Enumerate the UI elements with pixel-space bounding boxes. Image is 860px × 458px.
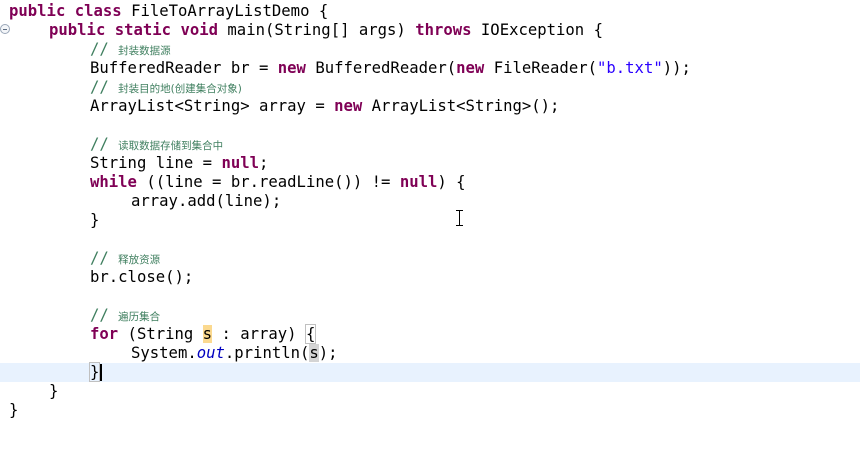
code-text: BufferedReader(	[305, 59, 457, 77]
code-line-end-class: }	[0, 401, 860, 420]
static-field: out	[196, 344, 225, 362]
comment-slash: //	[90, 306, 119, 324]
code-text: String line =	[90, 154, 222, 172]
code-comment: // 遍历集合	[0, 306, 860, 325]
ibeam-cursor-icon	[456, 210, 463, 226]
exception-type: IOException {	[471, 21, 603, 39]
comment-text: 释放资源	[118, 254, 161, 266]
matching-bracket-highlight: }	[88, 362, 101, 382]
comment-slash: //	[90, 40, 119, 58]
code-line-end-main: }	[0, 382, 860, 401]
main-signature: main(String[] args)	[218, 21, 416, 39]
keyword-new: new	[277, 59, 306, 77]
keyword-static: static	[114, 21, 172, 39]
code-text: System.	[131, 344, 197, 362]
code-line-println: System.out.println(s);	[0, 344, 860, 363]
keyword-null: null	[399, 173, 438, 191]
code-line-close: br.close();	[0, 268, 860, 287]
code-text: FileReader(	[484, 59, 597, 77]
keyword-new: new	[456, 59, 485, 77]
keyword-while: while	[90, 173, 137, 191]
code-comment: // 封装目的地(创建集合对象)	[0, 78, 860, 97]
text-caret	[100, 364, 102, 381]
keyword-throws: throws	[415, 21, 472, 39]
code-line-for: for (String s : array) {	[0, 324, 860, 344]
string-literal: "b.txt"	[597, 59, 663, 77]
matching-bracket-highlight: {	[304, 324, 317, 344]
code-text: ArrayList<String> array =	[90, 97, 335, 115]
code-line-add: array.add(line);	[0, 192, 860, 211]
code-line-list: ArrayList<String> array = new ArrayList<…	[0, 97, 860, 116]
code-text: ) {	[437, 173, 466, 191]
code-comment: // 读取数据存储到集合中	[0, 135, 860, 154]
code-line-class-decl: public class FileToArrayListDemo {	[0, 2, 860, 21]
keyword-public: public	[49, 21, 106, 39]
code-text: );	[318, 344, 338, 362]
code-text: array.add(line);	[131, 192, 282, 210]
code-line-reader: BufferedReader br = new BufferedReader(n…	[0, 59, 860, 78]
comment-slash: //	[90, 135, 119, 153]
code-text: : array)	[212, 325, 306, 343]
class-name: FileToArrayListDemo {	[121, 2, 329, 20]
variable-occurrence-highlight: s	[309, 344, 319, 362]
code-text: ;	[259, 154, 269, 172]
code-text: ((line = br.readLine()) !=	[136, 173, 400, 191]
current-line-highlight[interactable]: }	[0, 362, 860, 382]
code-comment: // 封装数据源	[0, 40, 860, 59]
comment-text: 封装数据源	[118, 45, 171, 57]
closing-brace: }	[9, 401, 19, 419]
closing-brace: }	[90, 211, 100, 229]
code-text: ArrayList<String>();	[362, 97, 560, 115]
code-text: .println(	[224, 344, 310, 362]
keyword-void: void	[180, 21, 219, 39]
comment-text: 读取数据存储到集合中	[118, 140, 224, 152]
keyword-for: for	[90, 325, 119, 343]
comment-text: 封装目的地(创建集合对象)	[118, 83, 242, 95]
code-text: br.close();	[90, 268, 194, 286]
code-text: (String	[118, 325, 203, 343]
code-comment: // 释放资源	[0, 249, 860, 268]
keyword-public: public	[9, 2, 66, 20]
comment-slash: //	[90, 249, 119, 267]
code-text: BufferedReader br =	[90, 59, 278, 77]
closing-brace: }	[49, 382, 59, 400]
keyword-new: new	[334, 97, 363, 115]
comment-slash: //	[90, 78, 119, 96]
code-text: ));	[662, 59, 691, 77]
code-line-main-decl: public static void main(String[] args) t…	[0, 21, 860, 40]
comment-text: 遍历集合	[118, 311, 161, 323]
code-line-while: while ((line = br.readLine()) != null) {	[0, 173, 860, 192]
code-line-close-brace: }	[0, 211, 860, 230]
code-editor[interactable]: public class FileToArrayListDemo { publi…	[0, 0, 860, 425]
code-line-string: String line = null;	[0, 154, 860, 173]
variable-occurrence-highlight: s	[202, 325, 213, 343]
keyword-class: class	[74, 2, 122, 20]
keyword-null: null	[221, 154, 259, 172]
